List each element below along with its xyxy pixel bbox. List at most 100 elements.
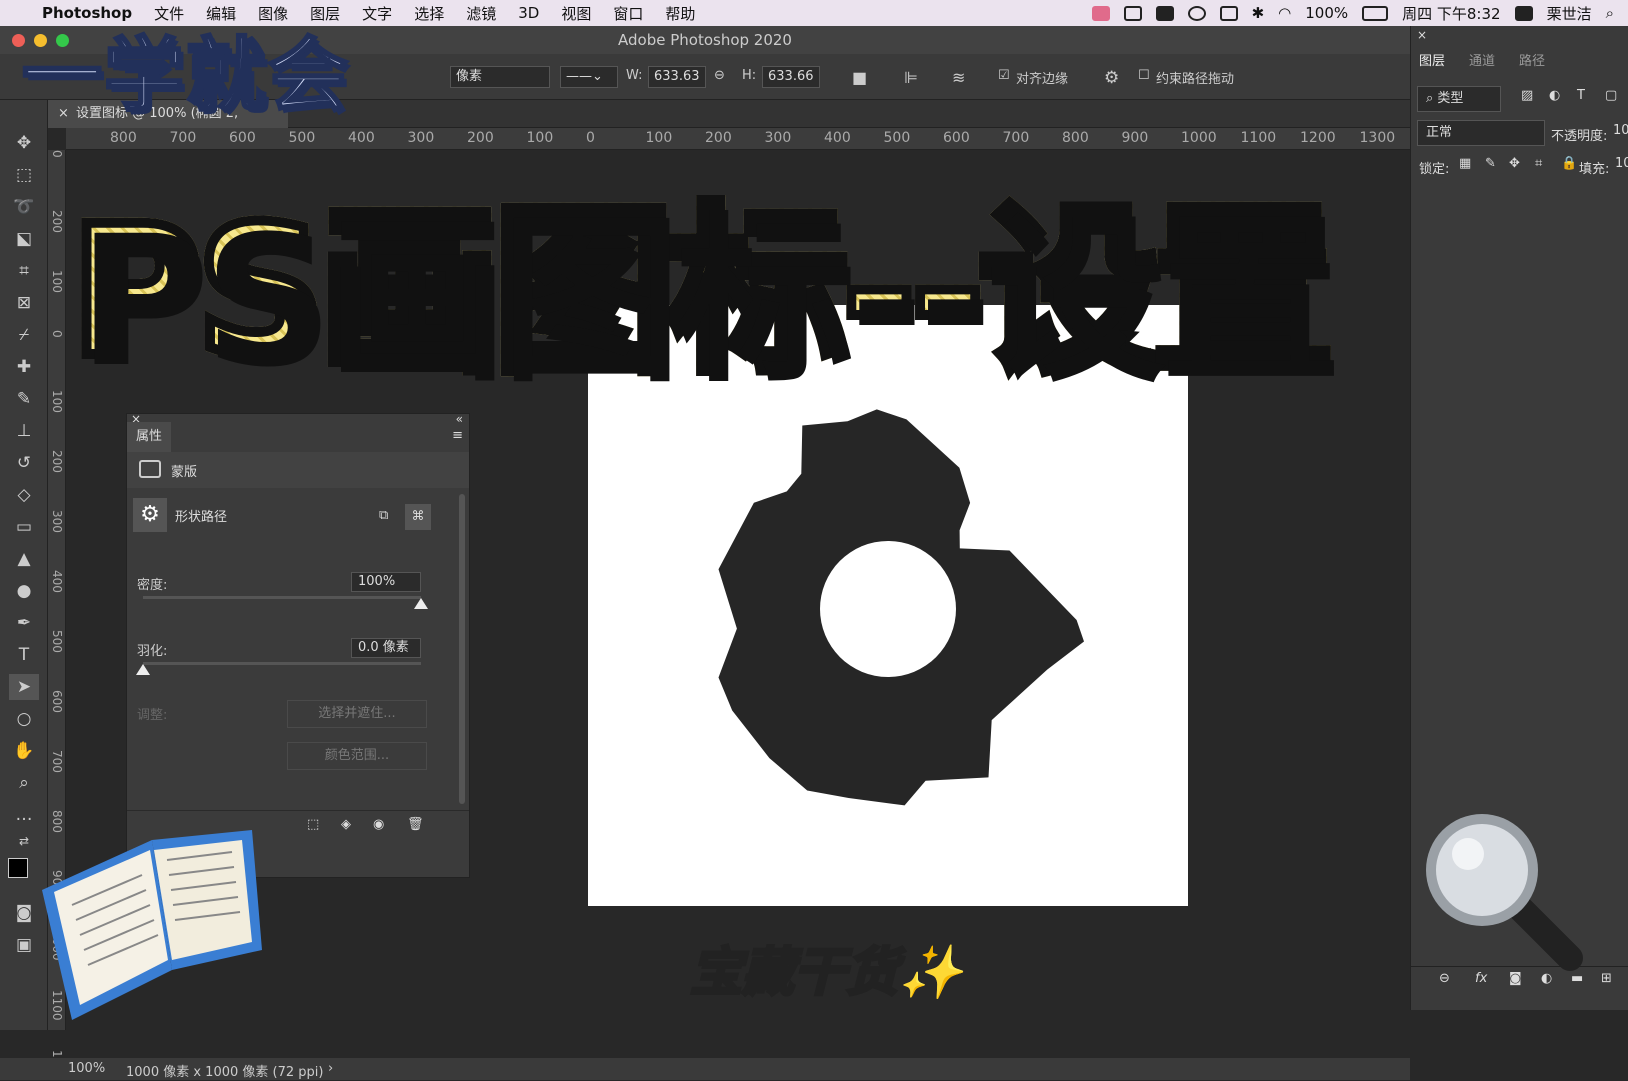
load-as-selection-icon[interactable]: ⧉ — [379, 508, 388, 523]
lock-all-icon[interactable]: 🔒 — [1561, 156, 1577, 171]
select-and-mask-button[interactable]: 选择并遮住... — [287, 700, 427, 728]
pen-tool-icon[interactable]: ✒ — [9, 610, 39, 636]
properties-scrollbar[interactable] — [459, 494, 465, 804]
eraser-tool-icon[interactable]: ◇ — [9, 482, 39, 508]
frame-tool-icon[interactable]: ⊠ — [9, 290, 39, 316]
visibility-eye-icon[interactable]: ◉ — [373, 817, 384, 832]
density-slider-thumb[interactable] — [414, 598, 428, 609]
menu-item-3d[interactable]: 3D — [518, 4, 539, 22]
menu-item-select[interactable]: 选择 — [414, 3, 444, 24]
ruler-tick-label: 1300 — [1359, 130, 1396, 146]
path-operations-icon[interactable]: ■ — [852, 68, 867, 87]
menu-item-layer[interactable]: 图层 — [310, 3, 340, 24]
move-tool-icon[interactable]: ✥ — [9, 130, 39, 156]
stroke-style-select[interactable]: ——⌄ — [560, 66, 618, 88]
blur-tool-icon[interactable]: ▲ — [9, 546, 39, 572]
hand-tool-icon[interactable]: ✋ — [9, 738, 39, 764]
battery-icon[interactable] — [1362, 5, 1389, 21]
path-arrangement-icon[interactable]: ≋ — [952, 68, 965, 87]
gear-settings-icon[interactable]: ⚙ — [1104, 68, 1119, 88]
lock-pixels-icon[interactable]: ▦ — [1459, 156, 1471, 171]
menu-item-filter[interactable]: 滤镜 — [466, 3, 496, 24]
clock[interactable]: 周四 下午8:32 — [1402, 3, 1500, 24]
zoom-tool-icon[interactable]: ⌕ — [9, 770, 39, 796]
density-input[interactable]: 100% — [351, 572, 421, 592]
feather-slider-track[interactable] — [143, 662, 421, 665]
document-info[interactable]: 1000 像素 x 1000 像素 (72 ppi) — [126, 1061, 323, 1080]
close-panel-icon[interactable]: × — [1417, 28, 1427, 42]
color-range-button[interactable]: 颜色范围... — [287, 742, 427, 770]
cursor-app-icon[interactable] — [1155, 5, 1174, 21]
path-alignment-icon[interactable]: ⊫ — [904, 68, 918, 87]
status-app-icon[interactable] — [1091, 5, 1110, 21]
menu-item-file[interactable]: 文件 — [154, 3, 184, 24]
new-layer-icon[interactable]: ⊞ — [1601, 971, 1612, 986]
gradient-tool-icon[interactable]: ▭ — [9, 514, 39, 540]
properties-tab[interactable]: 属性 — [127, 422, 171, 452]
lock-artboard-icon[interactable]: ⌗ — [1535, 156, 1542, 171]
feather-input[interactable]: 0.0 像素 — [351, 638, 421, 658]
mask-row[interactable]: 蒙版 — [127, 452, 469, 488]
delete-mask-icon[interactable]: 🗑 — [407, 817, 424, 832]
menu-app-name[interactable]: Photoshop — [42, 4, 132, 22]
input-method-icon[interactable] — [1514, 5, 1533, 21]
menu-item-window[interactable]: 窗口 — [613, 3, 643, 24]
zoom-level[interactable]: 100% — [68, 1061, 105, 1076]
tab-channels[interactable]: 通道 — [1469, 50, 1495, 69]
spotlight-search-icon[interactable]: ⌕ — [1606, 4, 1614, 22]
ellipse-tool-icon[interactable]: ○ — [9, 706, 39, 732]
wifi-icon[interactable]: ◠ — [1278, 4, 1291, 22]
lock-move-icon[interactable]: ✥ — [1509, 156, 1520, 171]
height-input[interactable]: 633.66 — [762, 66, 820, 88]
healing-brush-tool-icon[interactable]: ✚ — [9, 354, 39, 380]
mask-selection-icon[interactable]: ⬚ — [307, 817, 319, 832]
collapse-properties-icon[interactable]: « — [456, 412, 463, 426]
history-brush-tool-icon[interactable]: ↺ — [9, 450, 39, 476]
opacity-input[interactable]: 10 — [1613, 123, 1628, 138]
menu-item-view[interactable]: 视图 — [561, 3, 591, 24]
tab-layers[interactable]: 图层 — [1419, 50, 1445, 69]
constrain-path-checkbox[interactable]: ☐ — [1138, 68, 1150, 83]
tab-paths[interactable]: 路径 — [1519, 50, 1545, 69]
filter-image-icon[interactable]: ▨ — [1521, 88, 1533, 103]
filter-type-icon[interactable]: T — [1577, 88, 1585, 103]
lasso-tool-icon[interactable]: ➰ — [9, 194, 39, 220]
eyedropper-tool-icon[interactable]: ⌿ — [9, 322, 39, 348]
brush-tool-icon[interactable]: ✎ — [9, 386, 39, 412]
wps-icon[interactable] — [1123, 5, 1142, 21]
apply-mask-icon[interactable]: ⌘ — [405, 504, 431, 530]
menu-extra-icon[interactable] — [1219, 5, 1238, 21]
lock-brush-icon[interactable]: ✎ — [1485, 156, 1496, 171]
menu-item-type[interactable]: 文字 — [362, 3, 392, 24]
type-tool-icon[interactable]: T — [9, 642, 39, 668]
mask-apply-icon[interactable]: ◈ — [341, 817, 351, 832]
blend-mode-select[interactable]: 正常 — [1417, 120, 1545, 146]
user-name[interactable]: 栗世洁 — [1547, 3, 1592, 24]
crop-tool-icon[interactable]: ⌗ — [9, 258, 39, 284]
menu-item-help[interactable]: 帮助 — [665, 3, 695, 24]
filter-shape-icon[interactable]: ▢ — [1605, 88, 1617, 103]
object-select-tool-icon[interactable]: ⬕ — [9, 226, 39, 252]
properties-menu-icon[interactable]: ≡ — [452, 428, 463, 443]
wechat-icon[interactable] — [1187, 5, 1206, 21]
link-dimensions-icon[interactable]: ⊖ — [714, 68, 725, 83]
menu-item-image[interactable]: 图像 — [258, 3, 288, 24]
status-expand-icon[interactable]: › — [328, 1061, 333, 1076]
dodge-tool-icon[interactable]: ● — [9, 578, 39, 604]
menu-item-edit[interactable]: 编辑 — [206, 3, 236, 24]
filter-adjustment-icon[interactable]: ◐ — [1549, 88, 1560, 103]
bluetooth-icon[interactable]: ✱ — [1252, 4, 1265, 22]
fill-input[interactable]: 10 — [1615, 156, 1628, 171]
stamp-tool-icon[interactable]: ⊥ — [9, 418, 39, 444]
layer-filter-select[interactable]: ⌕ 类型 — [1417, 86, 1501, 112]
pixel-select[interactable]: 像素 — [450, 66, 550, 88]
ruler-tick-label: 0 — [586, 130, 595, 146]
marquee-tool-icon[interactable]: ⬚ — [9, 162, 39, 188]
window-title: Adobe Photoshop 2020 — [618, 31, 792, 49]
align-edges-checkbox[interactable]: ☑ — [998, 68, 1010, 83]
feather-slider-thumb[interactable] — [136, 664, 150, 675]
path-selection-tool-icon[interactable]: ➤ — [9, 674, 39, 700]
width-input[interactable]: 633.63 — [648, 66, 706, 88]
density-slider-track[interactable] — [143, 596, 421, 599]
foreground-color-swatch[interactable] — [8, 858, 28, 878]
